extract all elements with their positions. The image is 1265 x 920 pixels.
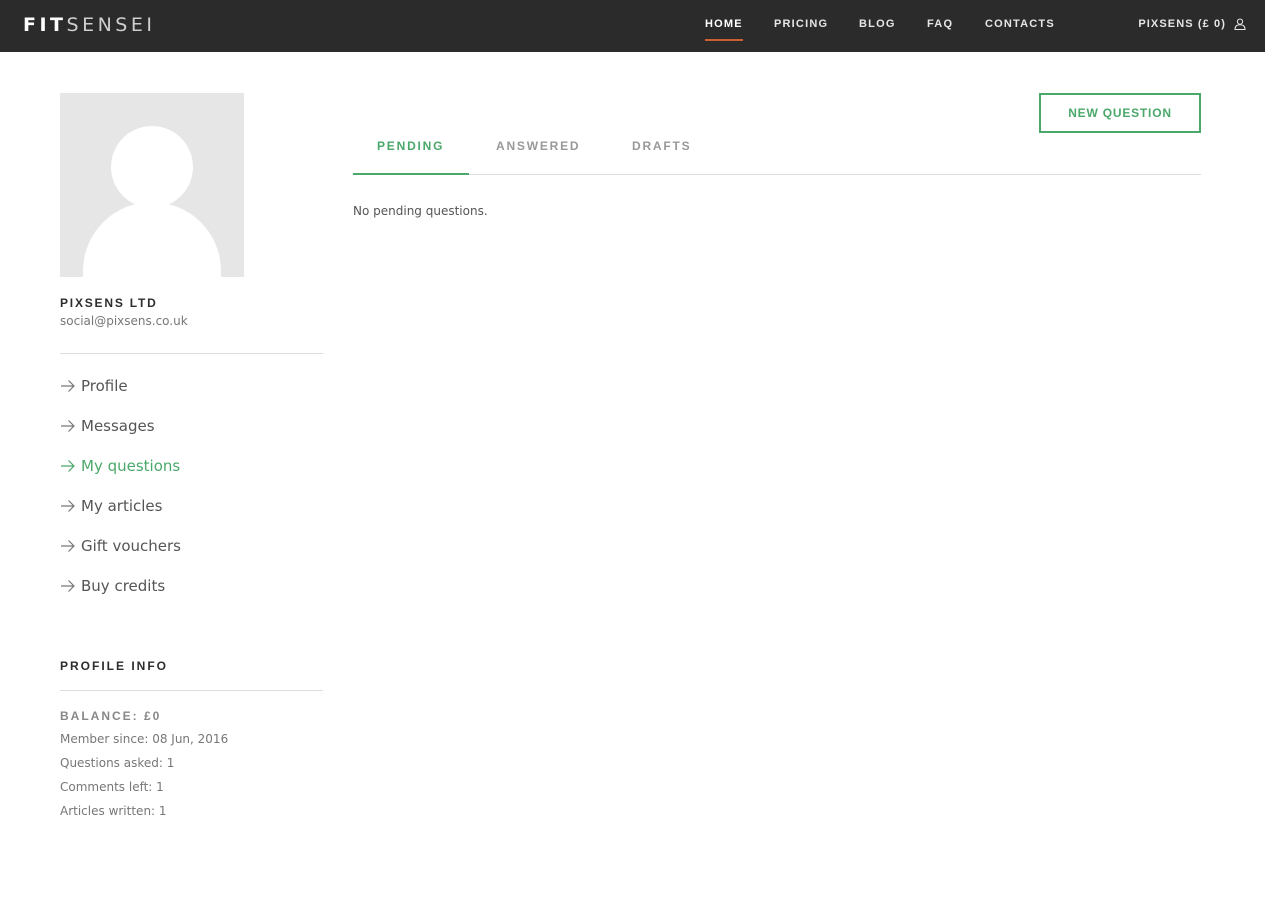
questions-asked: Questions asked: 1 xyxy=(60,756,175,770)
tab-active-indicator xyxy=(353,173,469,175)
nav-faq[interactable]: FAQ xyxy=(927,17,953,33)
sidebar-item-label: My articles xyxy=(81,497,163,515)
arrow-right-icon xyxy=(60,579,76,593)
profile-info-title: PROFILE INFO xyxy=(60,659,168,673)
sidebar-divider xyxy=(60,353,323,354)
nav-active-underline xyxy=(705,39,743,41)
arrow-right-icon xyxy=(60,459,76,473)
tab-pending[interactable]: PENDING xyxy=(377,139,444,153)
sidebar-item-my-questions[interactable]: My questions xyxy=(60,454,180,478)
company-name: PIXSENS LTD xyxy=(60,296,158,310)
sidebar-item-my-articles[interactable]: My articles xyxy=(60,494,162,518)
sidebar-item-buy-credits[interactable]: Buy credits xyxy=(60,574,165,598)
nav-contacts[interactable]: CONTACTS xyxy=(985,17,1055,33)
sidebar-item-label: Gift vouchers xyxy=(81,537,181,555)
question-tabs: PENDING ANSWERED DRAFTS xyxy=(353,126,1201,175)
arrow-right-icon xyxy=(60,419,76,433)
logo-fit-text: FIT xyxy=(23,14,67,36)
arrow-right-icon xyxy=(60,499,76,513)
member-since: Member since: 08 Jun, 2016 xyxy=(60,732,229,746)
avatar-head-shape xyxy=(111,126,193,208)
sidebar-item-label: My questions xyxy=(81,457,181,475)
account-label: PIXSENS (£ 0) xyxy=(1138,18,1226,30)
tab-drafts[interactable]: DRAFTS xyxy=(632,139,691,153)
profile-info-divider xyxy=(60,690,323,691)
arrow-right-icon xyxy=(60,539,76,553)
top-navigation-bar: FIT SENSEI HOME PRICING BLOG FAQ CONTACTS… xyxy=(0,0,1265,52)
articles-written: Articles written: 1 xyxy=(60,804,167,818)
sidebar-item-gift-vouchers[interactable]: Gift vouchers xyxy=(60,534,181,558)
sidebar-item-label: Profile xyxy=(81,377,128,395)
avatar-body-shape xyxy=(83,202,221,277)
empty-state-message: No pending questions. xyxy=(353,204,488,218)
user-icon xyxy=(1234,18,1246,30)
avatar xyxy=(60,93,244,277)
sidebar-item-messages[interactable]: Messages xyxy=(60,414,155,438)
user-email: social@pixsens.co.uk xyxy=(60,314,188,328)
sidebar-item-label: Buy credits xyxy=(81,577,166,595)
tab-answered[interactable]: ANSWERED xyxy=(496,139,580,153)
arrow-right-icon xyxy=(60,379,76,393)
logo[interactable]: FIT SENSEI xyxy=(23,13,155,37)
logo-sensei-text: SENSEI xyxy=(66,14,156,36)
nav-home[interactable]: HOME xyxy=(705,17,743,41)
sidebar-item-label: Messages xyxy=(81,417,155,435)
comments-left: Comments left: 1 xyxy=(60,780,164,794)
nav-blog[interactable]: BLOG xyxy=(859,17,896,33)
balance-value: BALANCE: £0 xyxy=(60,709,162,723)
sidebar-item-profile[interactable]: Profile xyxy=(60,374,128,398)
account-menu[interactable]: PIXSENS (£ 0) xyxy=(1138,17,1246,31)
nav-pricing[interactable]: PRICING xyxy=(774,17,828,33)
nav-home-label: HOME xyxy=(705,18,743,30)
